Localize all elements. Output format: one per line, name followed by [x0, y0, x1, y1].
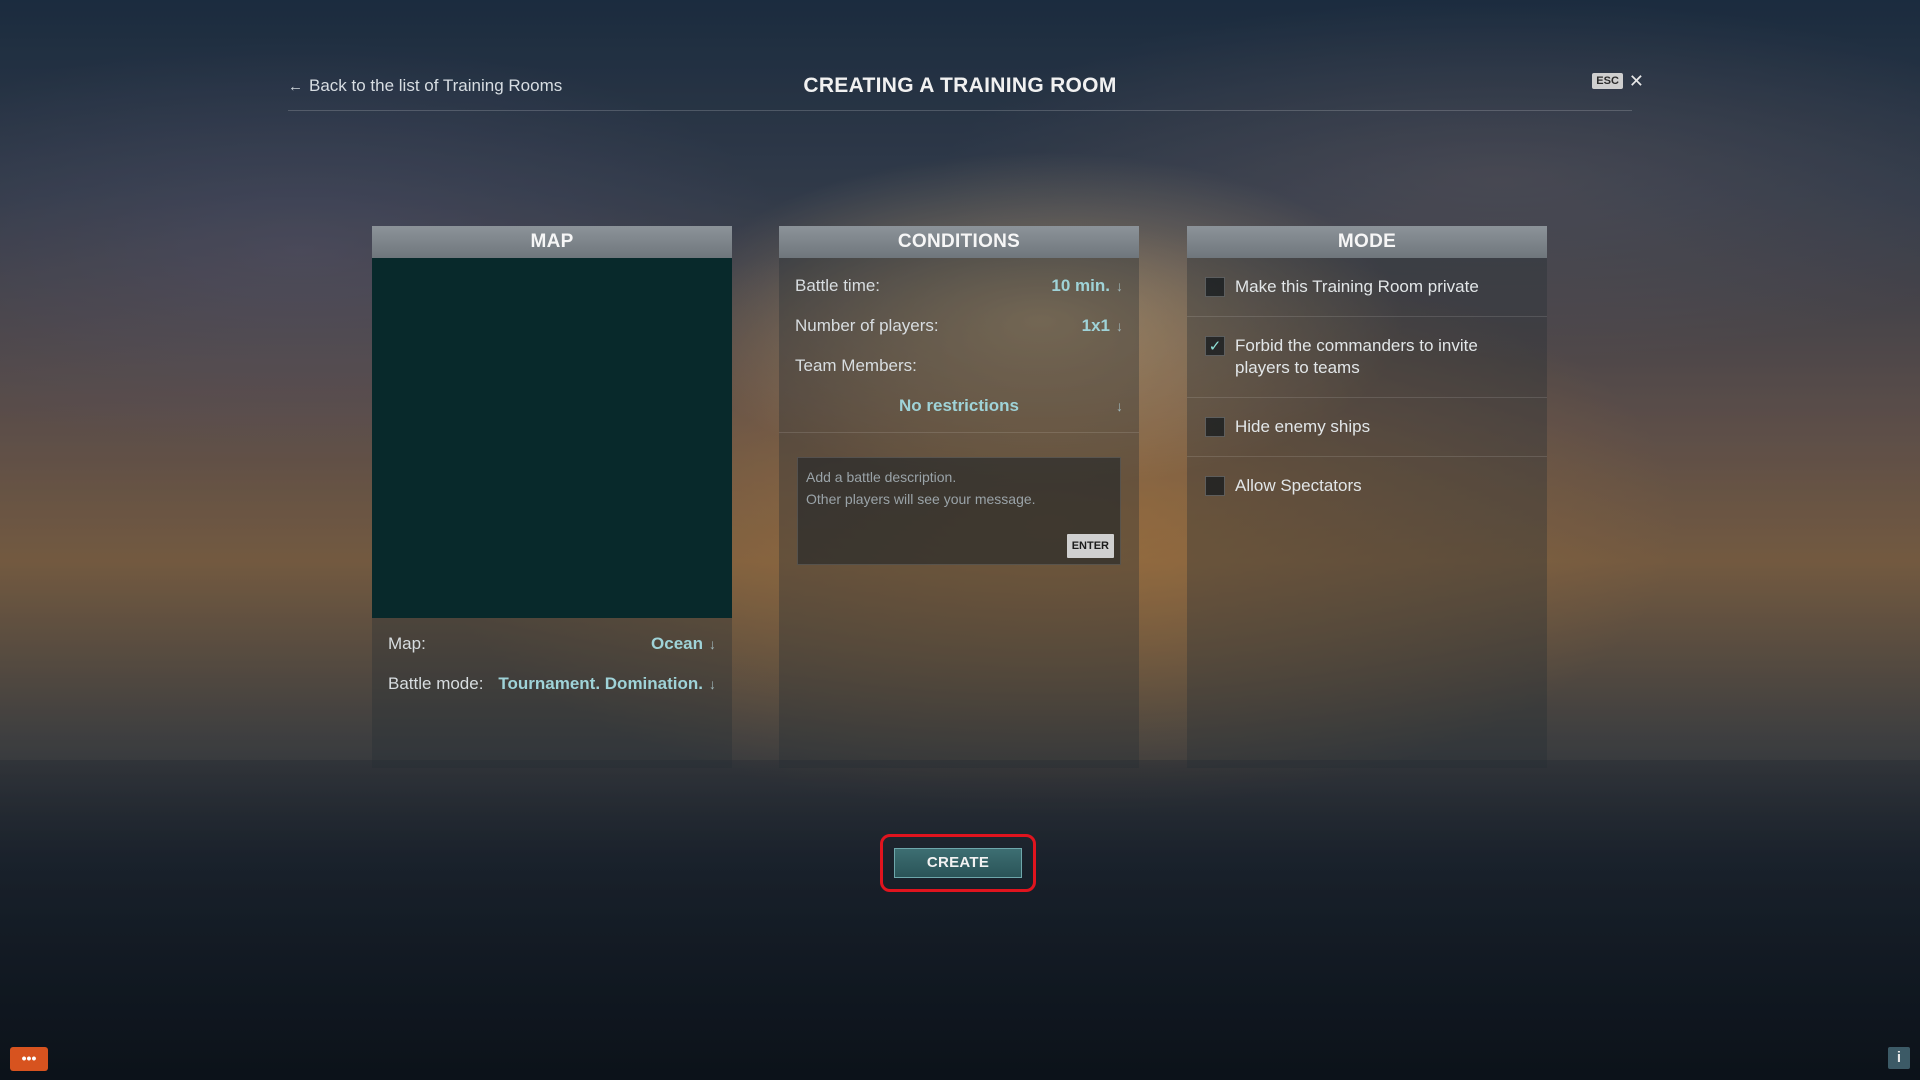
map-panel-title: MAP: [372, 226, 732, 258]
players-row: Number of players: 1x1 ↓: [779, 306, 1139, 346]
create-button[interactable]: CREATE: [894, 848, 1022, 878]
battle-mode-dropdown[interactable]: Tournament. Domination. ↓: [498, 674, 716, 694]
mode-panel: MODE Make this Training Room private ✓ F…: [1187, 226, 1547, 768]
players-dropdown[interactable]: 1x1 ↓: [1082, 316, 1123, 336]
mode-option-label: Make this Training Room private: [1235, 277, 1479, 296]
arrow-down-icon: ↓: [709, 676, 716, 692]
esc-key-badge: ESC: [1592, 73, 1623, 89]
mode-option-label: Hide enemy ships: [1235, 417, 1371, 436]
map-panel: MAP Map: Ocean ↓ Battle mode: Tournament…: [372, 226, 732, 768]
conditions-panel: CONDITIONS Battle time: 10 min. ↓ Number…: [779, 226, 1139, 768]
arrow-down-icon: ↓: [1116, 398, 1123, 414]
map-preview: [372, 258, 732, 618]
mode-options-list: Make this Training Room private ✓ Forbid…: [1187, 258, 1547, 515]
mode-option-label: Allow Spectators: [1235, 476, 1362, 495]
team-members-dropdown[interactable]: No restrictions ↓: [779, 386, 1139, 433]
checkbox-spectators[interactable]: [1205, 476, 1225, 496]
players-value: 1x1: [1081, 316, 1110, 335]
info-icon[interactable]: i: [1888, 1047, 1910, 1069]
battle-mode-row: Battle mode: Tournament. Domination. ↓: [372, 664, 732, 704]
battle-mode-value: Tournament. Domination.: [498, 674, 703, 693]
mode-option-private[interactable]: Make this Training Room private: [1187, 258, 1547, 317]
map-value: Ocean: [651, 634, 703, 653]
arrow-down-icon: ↓: [709, 636, 716, 652]
team-members-label: Team Members:: [795, 356, 917, 375]
map-label: Map:: [388, 634, 426, 653]
map-row: Map: Ocean ↓: [372, 624, 732, 664]
battle-time-dropdown[interactable]: 10 min. ↓: [1051, 276, 1123, 296]
close-icon[interactable]: ✕: [1629, 72, 1644, 90]
battle-time-label: Battle time:: [795, 276, 881, 295]
description-placeholder: Add a battle description. Other players …: [806, 469, 1036, 507]
arrow-down-icon: ↓: [1116, 278, 1123, 294]
close-control[interactable]: ESC ✕: [1592, 72, 1644, 90]
mode-option-label: Forbid the commanders to invite players …: [1235, 336, 1478, 377]
conditions-panel-title: CONDITIONS: [779, 226, 1139, 258]
chat-icon[interactable]: •••: [10, 1047, 48, 1071]
team-members-value: No restrictions: [899, 396, 1019, 415]
mode-option-hide-enemy[interactable]: Hide enemy ships: [1187, 398, 1547, 457]
battle-mode-label: Battle mode:: [388, 674, 484, 693]
mode-panel-title: MODE: [1187, 226, 1547, 258]
mode-option-spectators[interactable]: Allow Spectators: [1187, 457, 1547, 515]
mode-option-forbid-invites[interactable]: ✓ Forbid the commanders to invite player…: [1187, 317, 1547, 398]
check-icon: ✓: [1208, 337, 1222, 355]
checkbox-hide-enemy[interactable]: [1205, 417, 1225, 437]
arrow-down-icon: ↓: [1116, 318, 1123, 334]
players-label: Number of players:: [795, 316, 939, 335]
team-members-row: Team Members:: [779, 346, 1139, 386]
map-dropdown[interactable]: Ocean ↓: [651, 634, 716, 654]
enter-key-badge: ENTER: [1066, 534, 1114, 558]
battle-time-value: 10 min.: [1051, 276, 1110, 295]
page-title: CREATING A TRAINING ROOM: [803, 74, 1117, 97]
page-header: ← Back to the list of Training Rooms CRE…: [288, 70, 1644, 111]
checkbox-forbid-invites[interactable]: ✓: [1205, 336, 1225, 356]
checkbox-private[interactable]: [1205, 277, 1225, 297]
battle-description-input[interactable]: Add a battle description. Other players …: [797, 457, 1121, 565]
battle-time-row: Battle time: 10 min. ↓: [779, 266, 1139, 306]
